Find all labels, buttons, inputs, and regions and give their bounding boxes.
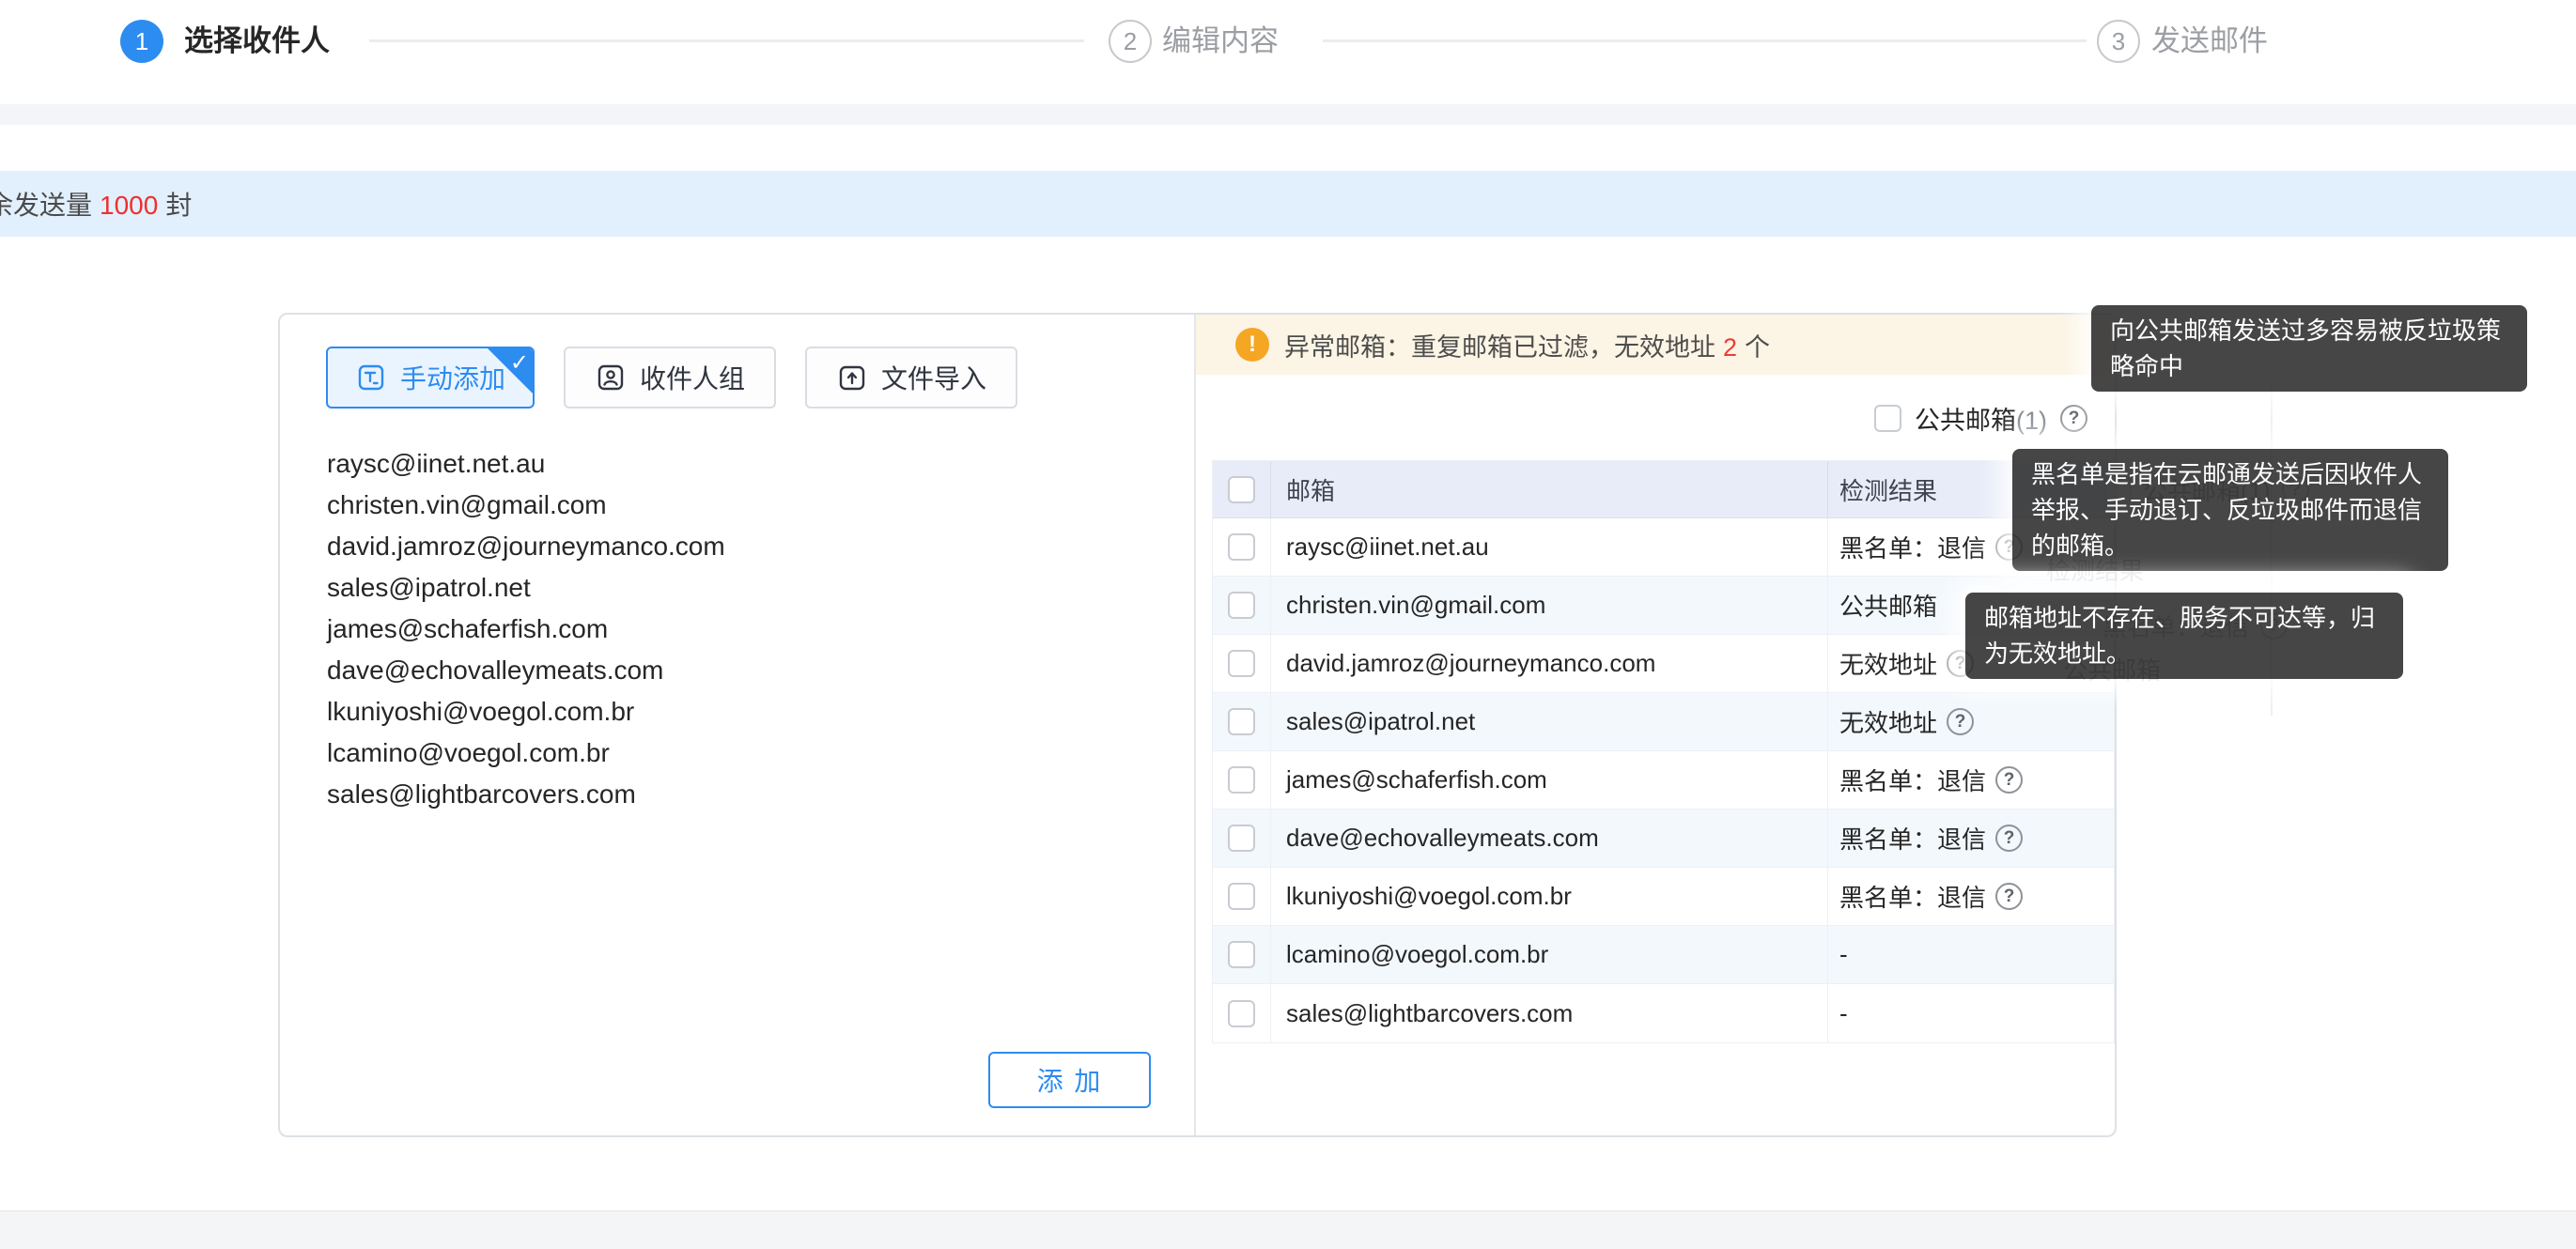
text-input-icon (355, 362, 387, 393)
email-line: sales@lightbarcovers.com (327, 774, 1135, 815)
check-icon: ✓ (510, 349, 529, 377)
row-checkbox[interactable] (1228, 650, 1255, 677)
email-cell: sales@ipatrol.net (1271, 693, 1828, 750)
tooltip-invalid-address: 邮箱地址不存在、服务不可达等，归为无效地址。 (1965, 593, 2403, 679)
step-connector (369, 39, 1084, 42)
email-line: lkuniyoshi@voegol.com.br (327, 691, 1135, 732)
tooltip-blacklist: 黑名单是指在云邮通发送后因收件人举报、手动退订、反垃圾邮件而退信的邮箱。 (2012, 449, 2448, 571)
file-import-icon (836, 362, 868, 393)
invalid-count: 2 (1723, 333, 1737, 362)
user-group-icon (595, 362, 627, 393)
help-icon[interactable]: ? (1995, 766, 2023, 794)
result-text: - (1839, 999, 1848, 1028)
email-line: raysc@iinet.net.au (327, 443, 1135, 485)
table-row: sales@lightbarcovers.com - (1213, 984, 2114, 1042)
warning-text: 异常邮箱：重复邮箱已过滤，无效地址2个 (1284, 327, 1770, 363)
tooltip-public-mailbox: 向公共邮箱发送过多容易被反垃圾策略命中 (2091, 305, 2527, 392)
step-2-circle: 2 (1109, 20, 1152, 63)
email-line: sales@ipatrol.net (327, 567, 1135, 609)
result-text: 黑名单：退信 (1839, 530, 1986, 564)
public-mailbox-checkbox[interactable] (1874, 405, 1901, 432)
help-icon[interactable]: ? (2060, 405, 2087, 432)
email-line: lcamino@voegol.com.br (327, 732, 1135, 774)
step-1-circle: 1 (120, 20, 163, 63)
tab-manual-add[interactable]: 手动添加 ✓ (326, 347, 535, 409)
result-text: 无效地址 (1839, 704, 1937, 739)
recipient-card: 手动添加 ✓ 收件人组 文件导入 raysc@i (278, 313, 2117, 1137)
step-connector (1323, 39, 2087, 42)
help-icon[interactable]: ? (1947, 708, 1974, 735)
result-text: - (1839, 940, 1848, 969)
recipient-selection-page: 1 选择收件人 2 编辑内容 3 发送邮件 余发送量1000封 手动添加 ✓ (0, 0, 2576, 1249)
email-cell: raysc@iinet.net.au (1271, 518, 1828, 576)
table-header-row: 邮箱 检测结果 (1213, 461, 2114, 518)
add-button[interactable]: 添 加 (988, 1052, 1151, 1108)
result-text: 黑名单：退信 (1839, 763, 1986, 797)
tab-file-import[interactable]: 文件导入 (805, 347, 1017, 409)
email-input-area[interactable]: raysc@iinet.net.au christen.vin@gmail.co… (327, 443, 1135, 815)
stepper: 1 选择收件人 2 编辑内容 3 发送邮件 (0, 0, 2576, 94)
tab-recipient-group[interactable]: 收件人组 (564, 347, 776, 409)
select-all-checkbox[interactable] (1228, 476, 1255, 503)
row-checkbox[interactable] (1228, 766, 1255, 794)
table-row: sales@ipatrol.net 无效地址? (1213, 693, 2114, 751)
row-checkbox[interactable] (1228, 883, 1255, 910)
email-cell: lcamino@voegol.com.br (1271, 926, 1828, 983)
result-text: 黑名单：退信 (1839, 821, 1986, 856)
result-text: 黑名单：退信 (1839, 879, 1986, 914)
tab-label: 文件导入 (881, 359, 986, 396)
email-cell: david.jamroz@journeymanco.com (1271, 635, 1828, 692)
row-checkbox[interactable] (1228, 592, 1255, 619)
email-cell: dave@echovalleymeats.com (1271, 810, 1828, 867)
row-checkbox[interactable] (1228, 708, 1255, 735)
result-text: 公共邮箱 (1839, 588, 1937, 623)
detection-table: 邮箱 检测结果 raysc@iinet.net.au 黑名单：退信? chris… (1212, 460, 2115, 1043)
quota-banner: 余发送量1000封 (0, 171, 2576, 237)
row-checkbox[interactable] (1228, 1000, 1255, 1027)
email-line: dave@echovalleymeats.com (327, 650, 1135, 691)
panel-divider (1194, 315, 1196, 1135)
page-footer-strip (0, 1210, 2576, 1249)
email-line: james@schaferfish.com (327, 609, 1135, 650)
row-checkbox[interactable] (1228, 825, 1255, 852)
section-divider-strip (0, 104, 2576, 125)
email-line: david.jamroz@journeymanco.com (327, 526, 1135, 567)
email-cell: christen.vin@gmail.com (1271, 577, 1828, 634)
table-row: lkuniyoshi@voegol.com.br 黑名单：退信? (1213, 868, 2114, 926)
step-3-circle: 3 (2097, 20, 2140, 63)
email-cell: lkuniyoshi@voegol.com.br (1271, 868, 1828, 925)
row-checkbox[interactable] (1228, 533, 1255, 561)
warning-icon: ! (1235, 328, 1269, 362)
email-cell: james@schaferfish.com (1271, 751, 1828, 809)
help-icon[interactable]: ? (1995, 883, 2023, 910)
abnormal-warning-bar: ! 异常邮箱：重复邮箱已过滤，无效地址2个 (1196, 315, 2115, 375)
quota-amount: 1000 (100, 191, 158, 220)
email-column-header: 邮箱 (1271, 461, 1828, 517)
input-method-tabs: 手动添加 ✓ 收件人组 文件导入 (326, 347, 1017, 409)
result-text: 无效地址 (1839, 646, 1937, 681)
step-3-label: 发送邮件 (2151, 20, 2268, 63)
step-2-label: 编辑内容 (1162, 20, 1279, 63)
row-checkbox[interactable] (1228, 941, 1255, 968)
email-line: christen.vin@gmail.com (327, 485, 1135, 526)
table-row: james@schaferfish.com 黑名单：退信? (1213, 751, 2114, 810)
email-cell: sales@lightbarcovers.com (1271, 984, 1828, 1042)
quota-text: 余发送量1000封 (0, 185, 192, 223)
table-row: dave@echovalleymeats.com 黑名单：退信? (1213, 810, 2114, 868)
step-1-label: 选择收件人 (184, 20, 330, 63)
tab-label: 收件人组 (640, 359, 745, 396)
public-mailbox-filter: 公共邮箱(1) ? (1874, 400, 2087, 437)
public-mailbox-label: 公共邮箱(1) (1915, 400, 2047, 437)
help-icon[interactable]: ? (1995, 825, 2023, 852)
table-row: lcamino@voegol.com.br - (1213, 926, 2114, 984)
table-row: raysc@iinet.net.au 黑名单：退信? (1213, 518, 2114, 577)
